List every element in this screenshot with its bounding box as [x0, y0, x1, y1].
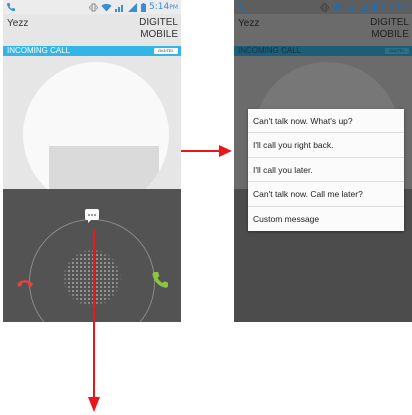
incoming-call-bar: INCOMING CALL DIGITEL	[234, 46, 412, 56]
down-arrow	[88, 229, 100, 412]
network-badge: DIGITEL	[385, 48, 409, 54]
signal-icon	[345, 4, 354, 12]
incoming-call-bar: INCOMING CALL DIGITEL	[3, 46, 181, 56]
carrier-line-1: DIGITEL	[370, 17, 409, 28]
signal-2-icon	[358, 2, 368, 12]
quick-reply-option[interactable]: Can't talk now. Call me later?	[248, 182, 404, 207]
message-dots-icon	[88, 213, 96, 216]
quick-reply-option[interactable]: I'll call you later.	[248, 158, 404, 183]
vibrate-icon	[89, 3, 98, 11]
clock-time: 5:14	[148, 2, 170, 12]
carrier-name: DIGITEL MOBILE	[349, 17, 409, 41]
network-badge: DIGITEL	[154, 48, 178, 54]
avatar-placeholder-shape	[49, 146, 159, 189]
carrier-name: DIGITEL MOBILE	[118, 17, 178, 41]
vibrate-icon	[320, 3, 329, 11]
caller-name: Yezz	[7, 18, 29, 29]
clock: 5:14PM	[149, 2, 178, 12]
clock-ampm: PM	[169, 4, 178, 11]
battery-icon	[140, 2, 146, 12]
message-icon[interactable]	[85, 209, 99, 223]
custom-message-option[interactable]: Custom message	[248, 207, 404, 231]
carrier-line-2: MOBILE	[140, 29, 178, 40]
phone-icon	[6, 3, 16, 12]
carrier-line-2: MOBILE	[371, 29, 409, 40]
carrier-line-1: DIGITEL	[139, 17, 178, 28]
quick-reply-screen: 5:14PM Yezz DIGITEL MOBILE INCOMING CALL…	[234, 0, 412, 322]
status-bar: 5:14PM	[234, 0, 412, 14]
quick-reply-option[interactable]: I'll call you right back.	[248, 133, 404, 158]
clock-time: 5:14	[379, 2, 401, 12]
caller-info: Yezz DIGITEL MOBILE	[3, 14, 181, 46]
wifi-icon	[332, 3, 343, 11]
phone-icon	[237, 3, 246, 12]
clock: 5:14PM	[380, 2, 409, 12]
decline-call-icon[interactable]	[16, 278, 34, 290]
caller-name: Yezz	[238, 18, 260, 29]
clock-ampm: PM	[400, 4, 409, 11]
status-bar: 5:14PM	[3, 0, 181, 14]
battery-icon	[371, 2, 377, 12]
signal-2-icon	[127, 2, 137, 12]
contact-photo-area	[3, 56, 181, 189]
incoming-call-label: INCOMING CALL	[238, 46, 302, 55]
avatar	[23, 62, 169, 189]
quick-reply-dialog: Can't talk now. What's up? I'll call you…	[248, 109, 404, 231]
wifi-icon	[101, 3, 112, 11]
quick-reply-option[interactable]: Can't talk now. What's up?	[248, 109, 404, 134]
right-arrow	[181, 145, 232, 157]
answer-call-icon[interactable]	[151, 271, 169, 289]
caller-info: Yezz DIGITEL MOBILE	[234, 14, 412, 46]
incoming-call-label: INCOMING CALL	[7, 46, 71, 55]
signal-icon	[114, 4, 123, 12]
